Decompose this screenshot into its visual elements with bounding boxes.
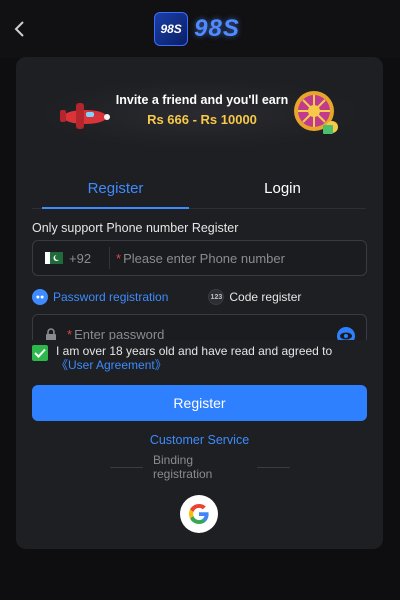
phone-input[interactable] xyxy=(123,250,366,266)
country-code[interactable]: +92 xyxy=(69,251,103,266)
binding-registration-label: Binding registration xyxy=(152,453,213,481)
agreement-text: I am over 18 years old and have read and… xyxy=(56,344,332,372)
google-login-button[interactable] xyxy=(180,495,218,533)
dots-icon: ●● xyxy=(32,289,48,305)
tab-login[interactable]: Login xyxy=(199,175,366,208)
banner-title: Invite a friend and you'll earn xyxy=(115,93,289,107)
agreement-row: I am over 18 years old and have read and… xyxy=(32,344,367,376)
code-register-option[interactable]: 123 Code register xyxy=(202,289,301,305)
banner-reward: Rs 666 - Rs 10000 xyxy=(147,112,257,127)
agreement-checkbox[interactable] xyxy=(32,345,48,361)
password-registration-label: Password registration xyxy=(53,290,169,304)
register-card: Invite a friend and you'll earn Rs 666 -… xyxy=(16,57,383,549)
back-button[interactable] xyxy=(8,18,30,40)
chevron-left-icon xyxy=(14,21,24,37)
lock-icon xyxy=(46,328,56,340)
pakistan-flag-icon[interactable] xyxy=(45,252,63,264)
customer-service-link[interactable]: Customer Service xyxy=(16,433,383,447)
prize-wheel-icon xyxy=(294,91,338,134)
required-marker: * xyxy=(67,327,73,340)
logo-wordmark: 98S xyxy=(194,15,240,42)
eye-icon[interactable] xyxy=(336,326,356,340)
password-field: * xyxy=(32,314,367,340)
password-input[interactable] xyxy=(74,327,336,340)
numbers-icon: 123 xyxy=(208,289,225,305)
binding-registration-divider: Binding registration xyxy=(100,453,300,481)
checkmark-icon xyxy=(34,348,46,358)
google-icon xyxy=(189,504,209,524)
divider-line xyxy=(257,466,291,468)
tab-register[interactable]: Register xyxy=(32,175,199,209)
user-agreement-link[interactable]: 《User Agreement》 xyxy=(56,358,167,372)
register-hint: Only support Phone number Register xyxy=(32,221,239,235)
agreement-statement: I am over 18 years old and have read and… xyxy=(56,344,333,358)
logo-badge: 98S xyxy=(154,12,189,46)
field-divider xyxy=(109,247,110,269)
invite-banner[interactable]: Invite a friend and you'll earn Rs 666 -… xyxy=(46,81,354,147)
registration-options: ●● Password registration 123 Code regist… xyxy=(32,287,367,307)
required-marker: * xyxy=(116,250,122,266)
phone-field: +92 * xyxy=(32,240,367,276)
app-logo: 98S 98S xyxy=(154,12,240,46)
password-registration-option[interactable]: ●● Password registration xyxy=(32,289,168,305)
divider-line xyxy=(110,466,143,468)
auth-tabs: Register Login xyxy=(32,175,366,209)
register-button[interactable]: Register xyxy=(32,385,367,421)
code-register-label: Code register xyxy=(229,290,302,304)
top-bar: 98S 98S xyxy=(0,0,400,58)
airplane-icon xyxy=(60,103,110,129)
